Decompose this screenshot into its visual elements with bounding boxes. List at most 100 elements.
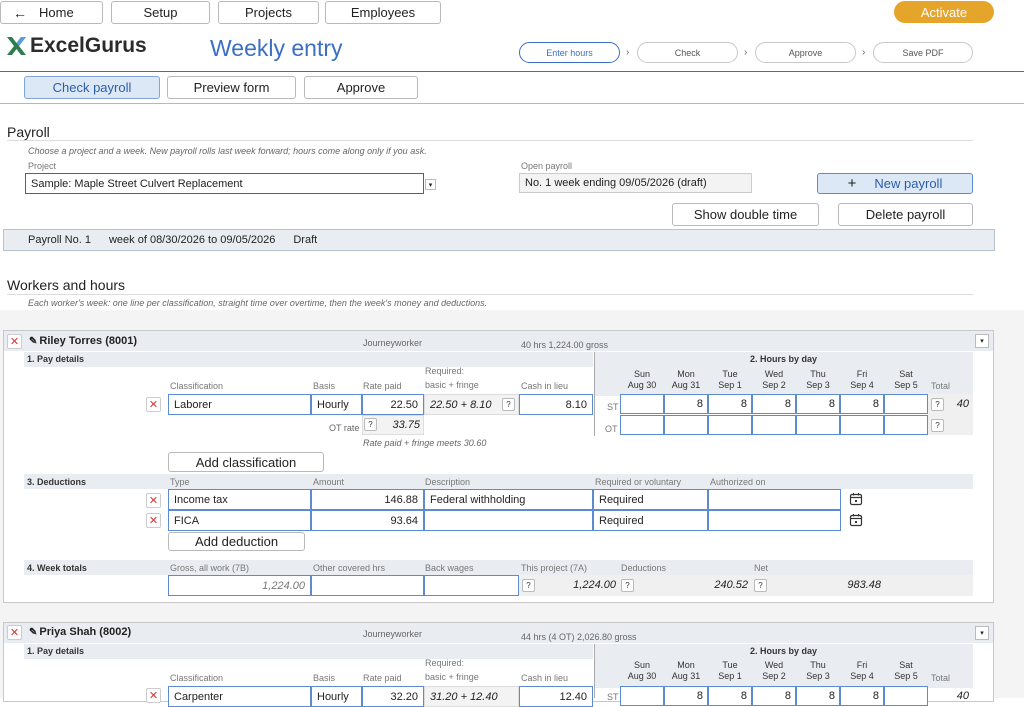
st-hours-cell[interactable]: 8 bbox=[752, 686, 796, 706]
deduction-amount-field[interactable]: 146.88 bbox=[311, 489, 424, 510]
divider bbox=[7, 140, 973, 141]
st-hours-cell[interactable]: 8 bbox=[708, 686, 752, 706]
classification-field[interactable]: Laborer bbox=[168, 394, 311, 415]
app-logo: ExcelGurus bbox=[4, 34, 147, 58]
st-hours-cell[interactable] bbox=[620, 686, 664, 706]
st-hours-cell[interactable]: 8 bbox=[840, 686, 884, 706]
show-double-time-button[interactable]: Show double time bbox=[672, 203, 819, 226]
add-deduction-button[interactable]: Add deduction bbox=[168, 532, 305, 551]
home-button[interactable]: ← Home bbox=[0, 1, 103, 24]
projects-button[interactable]: Projects bbox=[218, 1, 319, 24]
help-icon[interactable]: ? bbox=[931, 419, 944, 432]
basis-field[interactable]: Hourly bbox=[311, 686, 362, 707]
basis-header: Basis bbox=[313, 673, 336, 683]
ot-hours-cell[interactable] bbox=[620, 415, 664, 435]
deduction-amount-field[interactable]: 93.64 bbox=[311, 510, 424, 531]
deduction-type-field[interactable]: FICA bbox=[168, 510, 311, 531]
help-icon[interactable]: ? bbox=[754, 579, 767, 592]
back-wages-field[interactable] bbox=[424, 575, 519, 596]
divider bbox=[594, 644, 595, 698]
gross-all-field[interactable]: 1,224.00 bbox=[168, 575, 311, 596]
deduction-type-field[interactable]: Income tax bbox=[168, 489, 311, 510]
st-label: ST bbox=[607, 692, 619, 702]
help-icon[interactable]: ? bbox=[502, 398, 515, 411]
st-hours-cell[interactable] bbox=[884, 394, 928, 414]
st-hours-cell[interactable]: 8 bbox=[664, 394, 708, 414]
tabs-divider bbox=[0, 103, 1024, 104]
calendar-icon[interactable] bbox=[849, 513, 863, 527]
st-hours-cell[interactable]: 8 bbox=[796, 686, 840, 706]
activate-button[interactable]: Activate bbox=[894, 1, 994, 23]
ot-hours-cell[interactable] bbox=[664, 415, 708, 435]
help-icon[interactable]: ? bbox=[931, 398, 944, 411]
worker-level: Journeyworker bbox=[363, 338, 423, 348]
collapse-chevron-icon[interactable]: ▾ bbox=[975, 334, 989, 348]
rate-paid-field[interactable]: 22.50 bbox=[362, 394, 424, 415]
st-total: 40 bbox=[956, 398, 969, 410]
deduction-authorized-field[interactable] bbox=[708, 510, 841, 531]
st-hours-cell[interactable] bbox=[884, 686, 928, 706]
help-icon[interactable]: ? bbox=[621, 579, 634, 592]
worker-name[interactable]: ✎ Riley Torres (8001) bbox=[29, 335, 137, 347]
tab-preview-form[interactable]: Preview form bbox=[167, 76, 296, 99]
help-icon[interactable]: ? bbox=[522, 579, 535, 592]
tab-approve[interactable]: Approve bbox=[304, 76, 418, 99]
setup-button[interactable]: Setup bbox=[111, 1, 210, 24]
ot-hours-cell[interactable] bbox=[796, 415, 840, 435]
deduction-description-field[interactable]: Federal withholding bbox=[424, 489, 593, 510]
open-payroll-field[interactable]: No. 1 week ending 09/05/2026 (draft) bbox=[519, 173, 752, 193]
hours-by-day-label: 2. Hours by day bbox=[750, 646, 818, 656]
remove-deduction-icon[interactable]: ✕ bbox=[146, 493, 161, 508]
total-header: Total bbox=[931, 381, 951, 391]
st-hours-cell[interactable]: 8 bbox=[840, 394, 884, 414]
basis-field[interactable]: Hourly bbox=[311, 394, 362, 415]
st-hours-cell[interactable]: 8 bbox=[708, 394, 752, 414]
ot-label: OT bbox=[605, 424, 618, 434]
remove-worker-icon[interactable]: ✕ bbox=[7, 334, 22, 349]
deduction-authorized-field[interactable] bbox=[708, 489, 841, 510]
employees-button[interactable]: Employees bbox=[325, 1, 441, 24]
rate-paid-field[interactable]: 32.20 bbox=[362, 686, 424, 707]
worker-name[interactable]: ✎ Priya Shah (8002) bbox=[29, 626, 131, 638]
ot-hours-cell[interactable] bbox=[752, 415, 796, 435]
classification-header: Classification bbox=[170, 673, 224, 683]
remove-deduction-icon[interactable]: ✕ bbox=[146, 513, 161, 528]
deduction-description-field[interactable] bbox=[424, 510, 593, 531]
day-header: Fri Sep 4 bbox=[850, 369, 874, 390]
calendar-icon[interactable] bbox=[849, 492, 863, 506]
remove-classification-icon[interactable]: ✕ bbox=[146, 397, 161, 412]
collapse-chevron-icon[interactable]: ▾ bbox=[975, 626, 989, 640]
required-header: Required: bbox=[425, 658, 465, 668]
add-classification-button[interactable]: Add classification bbox=[168, 452, 324, 472]
ot-hours-cell[interactable] bbox=[708, 415, 752, 435]
deduction-req-field[interactable]: Required bbox=[593, 489, 708, 510]
st-hours-cell[interactable]: 8 bbox=[796, 394, 840, 414]
help-icon[interactable]: ? bbox=[364, 418, 377, 431]
chevron-down-icon[interactable]: ▾ bbox=[425, 179, 436, 190]
deduction-req-field[interactable]: Required bbox=[593, 510, 708, 531]
classification-field[interactable]: Carpenter bbox=[168, 686, 311, 707]
cash-in-lieu-field[interactable]: 12.40 bbox=[519, 686, 593, 707]
pay-details-band bbox=[24, 352, 593, 367]
other-hrs-field[interactable] bbox=[311, 575, 424, 596]
st-hours-cell[interactable]: 8 bbox=[664, 686, 708, 706]
step-check[interactable]: Check bbox=[637, 42, 738, 63]
net-value: 983.48 bbox=[847, 579, 881, 591]
st-hours-cell[interactable] bbox=[620, 394, 664, 414]
cash-in-lieu-header: Cash in lieu bbox=[521, 381, 569, 391]
step-approve[interactable]: Approve bbox=[755, 42, 856, 63]
delete-payroll-button[interactable]: Delete payroll bbox=[838, 203, 973, 226]
st-hours-cell[interactable]: 8 bbox=[752, 394, 796, 414]
cash-in-lieu-field[interactable]: 8.10 bbox=[519, 394, 593, 415]
ot-hours-cell[interactable] bbox=[840, 415, 884, 435]
rate-note: Rate paid + fringe meets 30.60 bbox=[363, 438, 487, 448]
day-header: Tue Sep 1 bbox=[718, 369, 742, 390]
step-enter-hours[interactable]: Enter hours bbox=[519, 42, 620, 63]
tab-check-payroll[interactable]: Check payroll bbox=[24, 76, 160, 99]
ot-hours-cell[interactable] bbox=[884, 415, 928, 435]
new-payroll-button[interactable]: + New payroll bbox=[817, 173, 973, 194]
project-select[interactable]: Sample: Maple Street Culvert Replacement bbox=[25, 173, 424, 194]
remove-worker-icon[interactable]: ✕ bbox=[7, 625, 22, 640]
remove-classification-icon[interactable]: ✕ bbox=[146, 688, 161, 703]
step-save-pdf[interactable]: Save PDF bbox=[873, 42, 973, 63]
